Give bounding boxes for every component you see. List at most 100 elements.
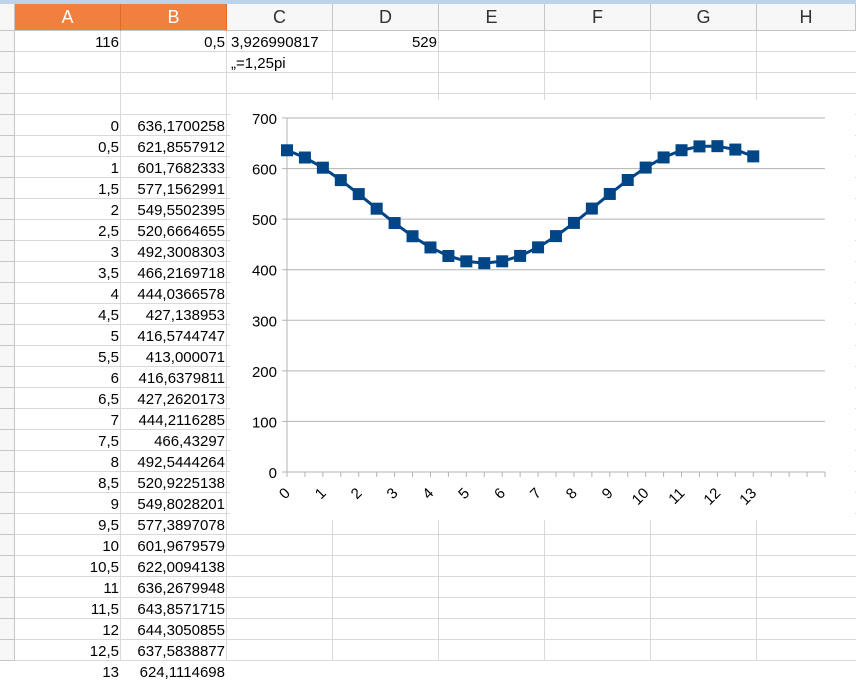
cell-a[interactable]: 6 <box>16 368 121 389</box>
row-header[interactable] <box>0 598 15 619</box>
cell-a[interactable]: 6,5 <box>16 389 121 410</box>
row-header[interactable] <box>0 367 15 388</box>
cell-b[interactable]: 577,3897078 <box>122 515 227 536</box>
column-header-g[interactable]: G <box>651 4 757 31</box>
row-header[interactable] <box>0 304 15 325</box>
cell-b[interactable]: 520,9225138 <box>122 473 227 494</box>
row-header[interactable] <box>0 472 15 493</box>
cell-d1[interactable]: 529 <box>334 32 439 53</box>
cell-a[interactable]: 1 <box>16 158 121 179</box>
column-header-f[interactable]: F <box>545 4 651 31</box>
cell-a[interactable]: 3,5 <box>16 263 121 284</box>
cell-b[interactable]: 624,1114698 <box>122 662 227 683</box>
row-header[interactable] <box>0 157 15 178</box>
row-header[interactable] <box>0 640 15 661</box>
cell-b1[interactable]: 0,5 <box>122 32 227 53</box>
cell-b[interactable]: 577,1562991 <box>122 179 227 200</box>
cell-b[interactable]: 636,1700258 <box>122 116 227 137</box>
cell-b[interactable]: 520,6664655 <box>122 221 227 242</box>
row-header[interactable] <box>0 220 15 241</box>
cell-a[interactable]: 7 <box>16 410 121 431</box>
cell-b[interactable]: 644,3050855 <box>122 620 227 641</box>
cell-c2[interactable]: „=1,25pi <box>228 53 348 74</box>
column-header-a[interactable]: A <box>15 4 121 31</box>
cell-a[interactable]: 5 <box>16 326 121 347</box>
cell-b[interactable]: 637,5838877 <box>122 641 227 662</box>
cell-a[interactable]: 7,5 <box>16 431 121 452</box>
row-header[interactable] <box>0 178 15 199</box>
cell-a[interactable]: 11,5 <box>16 599 121 620</box>
cell-b[interactable]: 549,5502395 <box>122 200 227 221</box>
row-header[interactable] <box>0 430 15 451</box>
cell-b[interactable]: 601,9679579 <box>122 536 227 557</box>
cell-a[interactable]: 13 <box>16 662 121 683</box>
cell-b[interactable]: 413,000071 <box>122 347 227 368</box>
line-chart[interactable]: 0 100 200 300 400 500 600 700 0 1 2 3 4 5 6 7 8 9 10 11 12 13 <box>230 100 855 520</box>
row-header[interactable] <box>0 31 15 52</box>
row-header[interactable] <box>0 199 15 220</box>
row-header[interactable] <box>0 73 15 94</box>
column-header-c[interactable]: C <box>227 4 333 31</box>
cell-a[interactable]: 0,5 <box>16 137 121 158</box>
cell-a[interactable]: 12 <box>16 620 121 641</box>
column-header-d[interactable]: D <box>333 4 439 31</box>
cell-a[interactable]: 9 <box>16 494 121 515</box>
cell-b[interactable]: 427,138953 <box>122 305 227 326</box>
row-header[interactable] <box>0 346 15 367</box>
column-header-e[interactable]: E <box>439 4 545 31</box>
cell-a[interactable]: 4 <box>16 284 121 305</box>
cell-a[interactable]: 2,5 <box>16 221 121 242</box>
row-header[interactable] <box>0 262 15 283</box>
cell-a[interactable]: 8,5 <box>16 473 121 494</box>
cell-b[interactable]: 416,5744747 <box>122 326 227 347</box>
row-header[interactable] <box>0 409 15 430</box>
cell-a[interactable]: 8 <box>16 452 121 473</box>
row-header[interactable] <box>0 283 15 304</box>
cell-b[interactable]: 444,2116285 <box>122 410 227 431</box>
row-header[interactable] <box>0 514 15 535</box>
cell-b[interactable]: 492,3008303 <box>122 242 227 263</box>
cell-b[interactable]: 549,8028201 <box>122 494 227 515</box>
cell-a[interactable]: 11 <box>16 578 121 599</box>
cell-b[interactable]: 416,6379811 <box>122 368 227 389</box>
row-header[interactable] <box>0 493 15 514</box>
select-all-corner[interactable] <box>0 4 15 31</box>
cell-a[interactable]: 10 <box>16 536 121 557</box>
cell-b[interactable]: 601,7682333 <box>122 158 227 179</box>
column-header-b[interactable]: B <box>121 4 227 31</box>
cell-a[interactable]: 9,5 <box>16 515 121 536</box>
cell-a[interactable]: 5,5 <box>16 347 121 368</box>
row-header[interactable] <box>0 388 15 409</box>
cell-a[interactable]: 4,5 <box>16 305 121 326</box>
cell-b[interactable]: 466,2169718 <box>122 263 227 284</box>
row-header[interactable] <box>0 136 15 157</box>
column-header-h[interactable]: H <box>757 4 856 31</box>
row-header[interactable] <box>0 115 15 136</box>
cell-b[interactable]: 444,0366578 <box>122 284 227 305</box>
cell-a[interactable]: 0 <box>16 116 121 137</box>
cell-b[interactable]: 427,2620173 <box>122 389 227 410</box>
cell-b[interactable]: 622,0094138 <box>122 557 227 578</box>
row-header[interactable] <box>0 52 15 73</box>
row-header[interactable] <box>0 241 15 262</box>
row-header[interactable] <box>0 325 15 346</box>
cell-b[interactable]: 621,8557912 <box>122 137 227 158</box>
row-header[interactable] <box>0 451 15 472</box>
cell-b[interactable]: 636,2679948 <box>122 578 227 599</box>
cell-a[interactable]: 2 <box>16 200 121 221</box>
row-header[interactable] <box>0 577 15 598</box>
row-header[interactable] <box>0 619 15 640</box>
cell-b[interactable]: 466,43297 <box>122 431 227 452</box>
cell-a[interactable]: 3 <box>16 242 121 263</box>
cell-a[interactable]: 1,5 <box>16 179 121 200</box>
cell-a[interactable]: 10,5 <box>16 557 121 578</box>
row-header[interactable] <box>0 94 15 115</box>
row-header[interactable] <box>0 556 15 577</box>
data-point <box>370 202 383 215</box>
cell-a[interactable]: 12,5 <box>16 641 121 662</box>
cell-b[interactable]: 643,8571715 <box>122 599 227 620</box>
cell-b[interactable]: 492,5444264 <box>122 452 227 473</box>
cell-c1[interactable]: 3,926990817 <box>228 32 348 53</box>
cell-a1[interactable]: 116 <box>16 32 121 53</box>
row-header[interactable] <box>0 535 15 556</box>
